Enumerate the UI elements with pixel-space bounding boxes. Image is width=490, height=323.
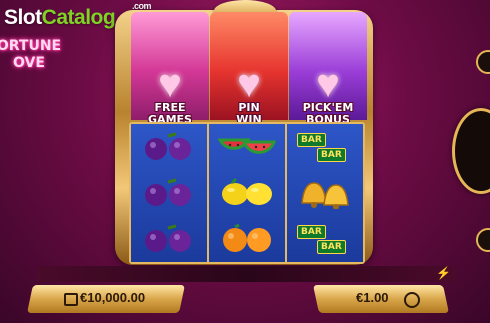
lemon-symbol <box>216 176 278 210</box>
bells-symbol <box>294 176 356 210</box>
game-logo-line1: ORTUNE <box>0 38 62 54</box>
heart-icon: ♥ <box>237 62 261 106</box>
reel-3: BAR BAR BAR BAR <box>287 124 363 262</box>
watermark-slot: Slot <box>4 6 42 29</box>
balance-value: €10,000.00 <box>80 290 146 305</box>
plum-symbol <box>138 176 200 210</box>
settings-button[interactable] <box>476 50 490 74</box>
coins-icon <box>404 292 420 308</box>
bar-label: BAR <box>317 147 346 162</box>
slotcatalog-watermark: SlotCatalog .com <box>4 1 152 30</box>
feature-panel-pickem-bonus: ♥ PICK'EM BONUS <box>289 12 367 126</box>
reel-grid: BAR BAR BAR BAR <box>129 122 365 264</box>
plum-symbol <box>138 130 200 164</box>
heart-icon: ♥ <box>316 62 340 106</box>
plum-symbol <box>138 222 200 256</box>
reel-1 <box>131 124 209 262</box>
game-logo-line2: OVE <box>13 55 45 71</box>
feature-panel-pin-win: ♥ PIN WIN <box>210 12 288 126</box>
turbo-bolt-icon[interactable]: ⚡ <box>436 266 451 280</box>
spin-button[interactable] <box>452 108 490 194</box>
game-logo: ORTUNE OVE <box>0 38 64 72</box>
watermelon-symbol <box>216 130 278 164</box>
bet-value[interactable]: €1.00 <box>356 290 389 305</box>
feature-panel-free-games: ♥ FREE GAMES <box>131 12 209 126</box>
wallet-icon <box>64 293 78 306</box>
reel-2 <box>209 124 287 262</box>
orange-symbol <box>216 222 278 256</box>
bar-bar-symbol: BAR BAR <box>291 222 359 256</box>
heart-icon: ♥ <box>158 62 182 106</box>
bar-label: BAR <box>297 132 326 147</box>
autoplay-button[interactable] <box>476 228 490 252</box>
bar-label: BAR <box>297 224 326 239</box>
bar-bar-symbol: BAR BAR <box>291 130 359 164</box>
bar-label: BAR <box>317 239 346 254</box>
info-bar <box>36 266 456 282</box>
watermark-catalog: Catalog <box>41 6 116 29</box>
